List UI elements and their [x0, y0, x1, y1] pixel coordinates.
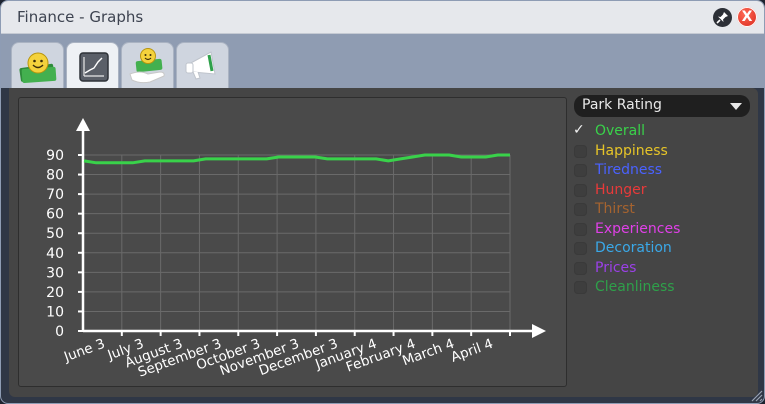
series-toggle-label: Tiredness	[595, 162, 663, 178]
series-checkbox[interactable]	[574, 261, 587, 275]
y-tick-label: 60	[46, 207, 64, 223]
y-tick-label: 80	[46, 168, 64, 184]
y-tick-label: 10	[46, 304, 64, 320]
close-button[interactable]: X	[737, 7, 757, 27]
y-tick-label: 70	[46, 187, 64, 203]
megaphone-icon	[185, 51, 216, 80]
series-toggle-label: Happiness	[595, 142, 668, 159]
y-tick-label: 90	[46, 148, 64, 164]
pin-icon	[716, 12, 728, 24]
finance-graphs-window: Finance - Graphs X 0 10 20 30 40 50 60 7…	[0, 0, 765, 404]
series-checkbox[interactable]	[574, 144, 587, 158]
series-checkbox[interactable]	[574, 164, 587, 177]
y-tick-label: 20	[46, 285, 64, 301]
x-tick-label: April 4	[449, 336, 496, 366]
x-tick-label: June 3	[61, 336, 107, 366]
series-toggle-label: Prices	[595, 259, 637, 276]
close-icon: X	[741, 9, 753, 25]
tab-graphs[interactable]	[66, 42, 119, 89]
y-tick-label: 0	[55, 324, 64, 340]
series-toggle-label: Hunger	[595, 181, 647, 198]
resize-grip-icon[interactable]	[748, 387, 764, 403]
graph-type-dropdown[interactable]: Park Rating	[574, 95, 750, 117]
series-toggle-label: Thirst	[595, 201, 635, 217]
title-bar[interactable]: Finance - Graphs X	[1, 1, 764, 34]
graph-type-selected: Park Rating	[582, 97, 662, 113]
series-checkbox[interactable]	[574, 281, 587, 294]
y-tick-label: 30	[46, 265, 64, 281]
hand-money-icon	[129, 48, 165, 84]
series-checkbox[interactable]	[574, 222, 587, 236]
line-graph-icon	[79, 52, 109, 82]
y-tick-label: 50	[46, 226, 64, 242]
y-axis-arrow	[76, 118, 90, 131]
series-toggle-label: Decoration	[595, 240, 672, 256]
series-checkbox[interactable]: ✓	[573, 122, 587, 138]
series-checkbox[interactable]	[574, 203, 587, 216]
chevron-down-icon	[730, 103, 742, 110]
line-chart: 0102030405060708090June 3July 3August 3S…	[46, 118, 546, 381]
checkmark-icon: ✓	[573, 122, 585, 138]
series-line-overall	[83, 153, 510, 165]
series-toggle-label: Experiences	[595, 220, 681, 237]
series-checkbox[interactable]	[574, 242, 587, 255]
window-title: Finance - Graphs	[17, 8, 144, 26]
tab-income[interactable]	[121, 42, 174, 88]
pin-button[interactable]	[713, 8, 732, 27]
y-tick-label: 40	[46, 246, 64, 262]
tab-marketing[interactable]	[176, 42, 229, 88]
money-smiley-icon	[19, 52, 57, 83]
tab-finances[interactable]	[11, 42, 64, 88]
series-toggle-label: Overall	[595, 123, 646, 139]
series-toggle-label: Cleanliness	[595, 279, 675, 295]
series-checkbox[interactable]	[574, 183, 587, 197]
x-axis-arrow	[532, 324, 546, 338]
